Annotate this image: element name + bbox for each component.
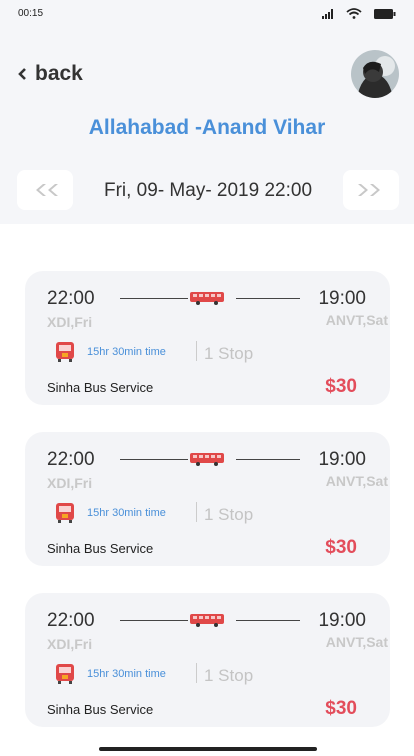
stops-count: 1 Stop [204,344,254,363]
bus-icon [56,342,74,362]
avatar-image [351,50,399,98]
divider [196,341,197,361]
route-line [120,298,188,299]
bus-result-card[interactable]: 22:00 19:00 XDI,Fri ANVT,Sat 15hr 30min … [25,593,390,727]
route-title: Allahabad -Anand Vihar [88,116,326,139]
double-chevron-left-icon [36,184,58,196]
status-icons [322,8,396,19]
divider [196,663,197,683]
route-line [120,620,188,621]
duration: 15hr 30min time [87,346,166,358]
arrival-time: 19:00 [318,449,366,470]
previous-date-button[interactable] [17,170,73,210]
status-bar: 00:15 [0,0,414,26]
signal-icon [322,8,333,19]
avatar[interactable] [351,50,399,98]
departure-time: 22:00 [47,610,95,631]
next-date-button[interactable] [343,170,399,210]
price: $30 [325,376,357,397]
bus-side-icon [190,292,224,305]
operator-name: Sinha Bus Service [47,380,154,395]
duration: 15hr 30min time [87,507,166,519]
divider [196,502,197,522]
price: $30 [325,698,357,719]
route-line [120,459,188,460]
operator-name: Sinha Bus Service [47,702,154,717]
back-button[interactable]: back [18,62,83,86]
departure-code: XDI,Fri [47,314,93,330]
bus-result-card[interactable]: 22:00 19:00 XDI,Fri ANVT,Sat 15hr 30min … [25,432,390,566]
duration: 15hr 30min time [87,668,166,680]
bus-icon [56,664,74,684]
stops-count: 1 Stop [204,666,254,685]
route-line [236,298,300,299]
departure-time: 22:00 [47,449,95,470]
bus-result-card[interactable]: 22:00 19:00 XDI,Fri ANVT,Sat 15hr 30min … [25,271,390,405]
home-indicator[interactable] [99,747,317,751]
double-chevron-right-icon [358,184,380,196]
status-time: 00:15 [18,8,44,19]
arrival-code: ANVT,Sat [325,634,388,650]
arrival-time: 19:00 [318,288,366,309]
operator-name: Sinha Bus Service [47,541,154,556]
route-line [236,620,300,621]
route-line [236,459,300,460]
departure-code: XDI,Fri [47,475,93,491]
date-selector: Fri, 09- May- 2019 22:00 [17,170,399,210]
wifi-icon [346,8,362,19]
stops-count: 1 Stop [204,505,254,524]
chevron-left-icon [18,68,26,80]
departure-time: 22:00 [47,288,95,309]
arrival-code: ANVT,Sat [325,473,388,489]
arrival-time: 19:00 [318,610,366,631]
battery-icon [374,8,396,19]
back-label: back [35,62,83,85]
selected-date: Fri, 09- May- 2019 22:00 [103,180,313,201]
departure-code: XDI,Fri [47,636,93,652]
price: $30 [325,537,357,558]
arrival-code: ANVT,Sat [325,312,388,328]
bus-side-icon [190,453,224,466]
bus-icon [56,503,74,523]
bus-side-icon [190,614,224,627]
